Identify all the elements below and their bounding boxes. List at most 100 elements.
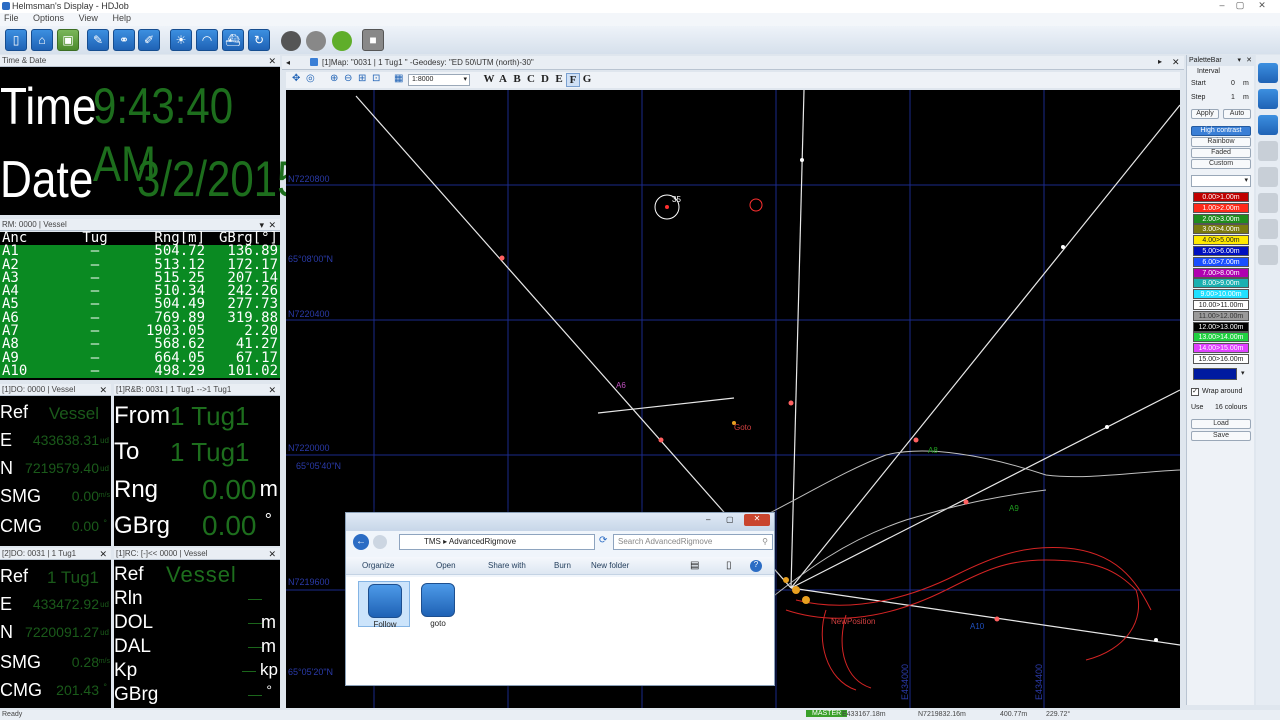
tab-scroll-right-icon[interactable]: ▸	[1158, 57, 1162, 66]
center-icon[interactable]: ◎	[306, 73, 315, 84]
layer-button-c[interactable]: C	[524, 73, 538, 87]
breadcrumb-folder[interactable]: AdvancedRigmove	[449, 537, 516, 546]
save-button[interactable]: Save	[1191, 431, 1251, 441]
tool-link-icon[interactable]: ⚭	[113, 29, 135, 51]
status-lightgrey-icon[interactable]	[306, 31, 326, 51]
tool-disabled-icon[interactable]	[1258, 141, 1278, 161]
maximize-icon[interactable]: ▢	[1232, 0, 1248, 12]
close-icon[interactable]: ✕	[268, 55, 276, 67]
ship-icon[interactable]: ⛴	[222, 29, 244, 51]
search-icon[interactable]: ⚲	[762, 535, 768, 549]
layer-button-f[interactable]: F	[566, 73, 580, 87]
close-icon[interactable]: ✕	[99, 548, 107, 560]
search-input[interactable]: Search AdvancedRigmove ⚲	[613, 534, 773, 550]
tool-disabled-icon[interactable]	[1258, 193, 1278, 213]
close-icon[interactable]: ✕	[744, 514, 770, 526]
color-range-item[interactable]: 12.00>13.00m	[1193, 321, 1249, 332]
forward-icon[interactable]	[373, 535, 387, 549]
color-range-item[interactable]: 0.00>1.00m	[1193, 192, 1249, 202]
tool-measure-icon[interactable]: ✐	[138, 29, 160, 51]
open-folder-icon[interactable]: ⌂	[31, 29, 53, 51]
zoom-window-icon[interactable]: ⊞	[358, 73, 366, 84]
start-icon[interactable]	[1258, 115, 1278, 135]
layer-button-a[interactable]: A	[496, 73, 510, 87]
color-range-item[interactable]: 11.00>12.00m	[1193, 310, 1249, 321]
burn-button[interactable]: Burn	[554, 561, 571, 570]
table-row[interactable]: A6—769.89 319.88	[0, 311, 280, 326]
refresh-icon[interactable]: ⟳	[599, 535, 607, 546]
zoom-in-icon[interactable]: ⊕	[330, 73, 338, 84]
save-icon[interactable]: ▣	[57, 29, 79, 51]
tool-disabled-icon[interactable]	[1258, 245, 1278, 265]
menu-options[interactable]: Options	[33, 13, 64, 23]
apply-button[interactable]: Apply	[1191, 109, 1219, 119]
file-item-follow[interactable]: Follow	[358, 581, 410, 629]
layer-button-b[interactable]: B	[510, 73, 524, 87]
use-value[interactable]: 16 colours	[1215, 404, 1247, 411]
file-item-goto[interactable]: goto	[412, 581, 464, 628]
high-contrast-button[interactable]: High contrast	[1191, 126, 1251, 136]
layer-button-g[interactable]: G	[580, 73, 594, 87]
color-range-item[interactable]: 5.00>6.00m	[1193, 246, 1249, 256]
preview-pane-icon[interactable]: ▯	[726, 560, 732, 571]
dropdown-icon[interactable]: ▾	[1237, 55, 1241, 66]
grid-icon[interactable]: ▦	[394, 73, 403, 84]
tool-pen-icon[interactable]: ✎	[87, 29, 109, 51]
breadcrumb-root[interactable]: TMS	[424, 537, 441, 546]
back-icon[interactable]: ←	[353, 534, 369, 550]
minimize-icon[interactable]: –	[706, 515, 710, 524]
layer-button-w[interactable]: W	[482, 73, 496, 87]
scale-select[interactable]: 1:8000 ▾	[408, 74, 470, 86]
open-button[interactable]: Open	[436, 561, 456, 570]
tool-disabled-icon[interactable]	[1258, 167, 1278, 187]
tab-map[interactable]: [1]Map: "0031 | 1 Tug1 " -Geodesy: "ED 5…	[322, 58, 534, 67]
help-icon[interactable]: ?	[750, 560, 762, 572]
color-range-item[interactable]: 13.00>14.00m	[1193, 332, 1249, 343]
chevron-down-icon[interactable]: ▾	[1241, 369, 1245, 377]
dusk-icon[interactable]: ◠	[196, 29, 218, 51]
color-range-item[interactable]: 2.00>3.00m	[1193, 213, 1249, 224]
maximize-icon[interactable]: ▢	[726, 515, 734, 524]
close-icon[interactable]: ✕	[1246, 55, 1252, 66]
rainbow-button[interactable]: Rainbow	[1191, 137, 1251, 147]
layer-button-d[interactable]: D	[538, 73, 552, 87]
custom-button[interactable]: Custom	[1191, 159, 1251, 169]
color-range-item[interactable]: 6.00>7.00m	[1193, 256, 1249, 267]
close-icon[interactable]: ✕	[268, 548, 276, 560]
color-range-item[interactable]: 15.00>16.00m	[1193, 354, 1249, 364]
close-icon[interactable]: ✕	[268, 384, 276, 396]
faded-button[interactable]: Faded	[1191, 148, 1251, 158]
close-icon[interactable]: ✕	[1250, 0, 1274, 12]
color-range-item[interactable]: 8.00>9.00m	[1193, 278, 1249, 289]
start-value[interactable]: 0	[1231, 80, 1235, 87]
new-doc-icon[interactable]: ▯	[5, 29, 27, 51]
close-icon[interactable]: ✕	[1172, 57, 1180, 68]
color-range-item[interactable]: 1.00>2.00m	[1193, 202, 1249, 213]
color-range-item[interactable]: 7.00>8.00m	[1193, 267, 1249, 278]
sun-icon[interactable]: ☀	[170, 29, 192, 51]
color-range-item[interactable]: 10.00>11.00m	[1193, 300, 1249, 310]
auto-button[interactable]: Auto	[1223, 109, 1251, 119]
status-grey-icon[interactable]	[281, 31, 301, 51]
menu-help[interactable]: Help	[112, 13, 131, 23]
close-icon[interactable]: ✕	[99, 384, 107, 396]
tab-scroll-left-icon[interactable]: ◂	[286, 58, 290, 67]
layer-button-e[interactable]: E	[552, 73, 566, 87]
refresh-icon[interactable]: ↻	[248, 29, 270, 51]
view-icon[interactable]: ▤	[690, 560, 699, 571]
tool-disabled-icon[interactable]	[1258, 219, 1278, 239]
new-folder-button[interactable]: New folder	[591, 561, 629, 570]
color-range-item[interactable]: 9.00>10.00m	[1193, 289, 1249, 300]
share-with-button[interactable]: Share with	[488, 561, 526, 570]
palette-select[interactable]: ▾	[1191, 175, 1251, 187]
pan-icon[interactable]: ✥	[292, 73, 300, 84]
color-swatch[interactable]	[1193, 368, 1237, 380]
color-range-item[interactable]: 14.00>15.00m	[1193, 343, 1249, 354]
organize-button[interactable]: Organize	[362, 561, 394, 570]
color-range-item[interactable]: 3.00>4.00m	[1193, 224, 1249, 235]
color-range-item[interactable]: 4.00>5.00m	[1193, 235, 1249, 246]
step-value[interactable]: 1	[1231, 94, 1235, 101]
table-row[interactable]: A10 — 498.29 101.02	[0, 364, 280, 379]
zoom-fit-icon[interactable]: ⊡	[372, 73, 380, 84]
wrap-checkbox[interactable]: ✓	[1191, 388, 1199, 396]
